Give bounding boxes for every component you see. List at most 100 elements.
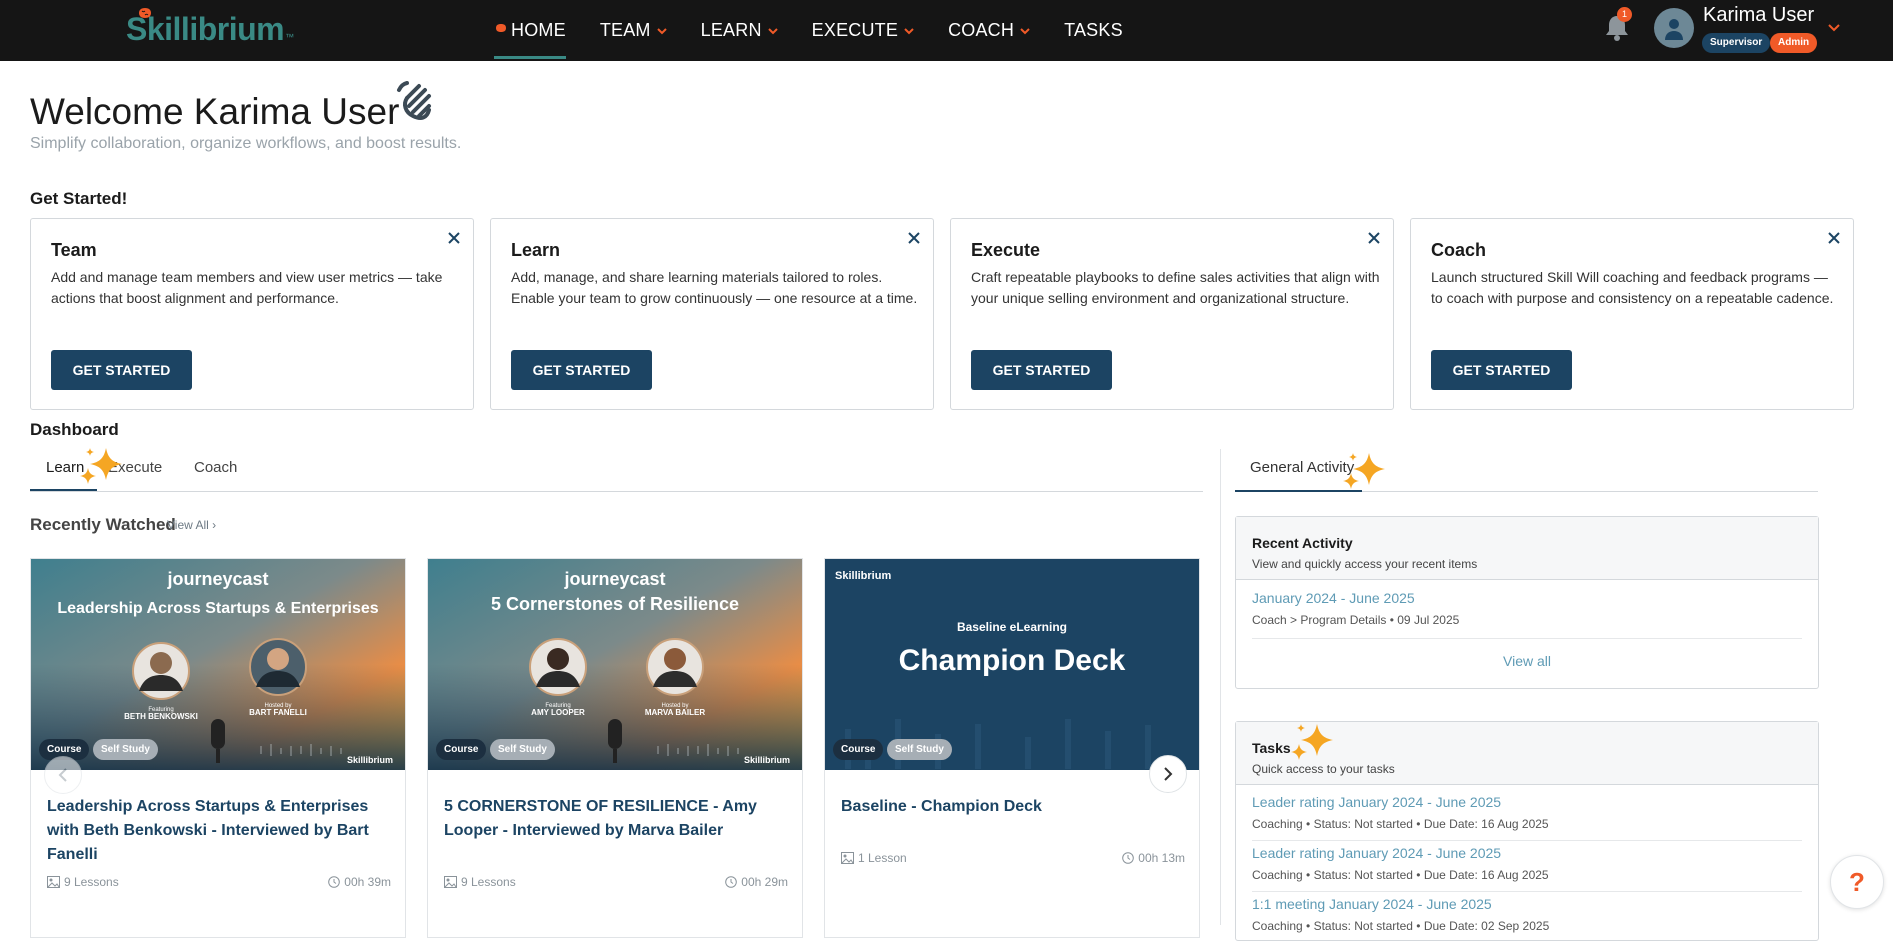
task-item-meta: Coaching • Status: Not started • Due Dat… bbox=[1252, 868, 1549, 882]
thumb-hosted-name: MARVA BAILER bbox=[645, 708, 706, 717]
lessons-icon bbox=[841, 852, 854, 864]
course-lessons: 9 Lessons bbox=[444, 875, 516, 889]
course-title[interactable]: Baseline - Champion Deck bbox=[841, 795, 1191, 819]
help-question-icon: ? bbox=[1849, 866, 1865, 897]
chevron-left-icon bbox=[58, 768, 67, 782]
nav-learn[interactable]: LEARN bbox=[701, 0, 778, 61]
card-description: Add and manage team members and view use… bbox=[51, 269, 443, 306]
panel-header: Recent Activity View and quickly access … bbox=[1236, 517, 1818, 580]
lessons-icon bbox=[444, 876, 457, 888]
divider bbox=[1252, 638, 1802, 639]
card-description: Launch structured Skill Will coaching an… bbox=[1431, 269, 1834, 306]
avatar[interactable] bbox=[1654, 8, 1694, 48]
help-button[interactable]: ? bbox=[1830, 855, 1884, 909]
course-duration: 00h 13m bbox=[1122, 851, 1185, 865]
recently-watched-heading: Recently Watched bbox=[30, 515, 176, 534]
course-card[interactable]: journeycast Leadership Across Startups &… bbox=[30, 558, 406, 938]
course-card[interactable]: journeycast 5 Cornerstones of Resilience… bbox=[427, 558, 803, 938]
nav-team[interactable]: TEAM bbox=[600, 0, 667, 61]
chevron-down-icon bbox=[904, 27, 914, 34]
thumb-title: 5 Cornerstones of Resilience bbox=[491, 594, 739, 614]
sparkle-icon bbox=[1291, 724, 1333, 760]
course-thumbnail: Skillibrium Baseline eLearning Champion … bbox=[825, 559, 1199, 770]
divider bbox=[1252, 840, 1802, 841]
card-description: Add, manage, and share learning material… bbox=[511, 269, 918, 306]
card-title: Team bbox=[51, 240, 97, 260]
recent-activity-panel: Recent Activity View and quickly access … bbox=[1235, 516, 1819, 689]
recently-watched-view-all-link[interactable]: View All › bbox=[167, 518, 216, 532]
duration-text: 00h 29m bbox=[741, 875, 788, 889]
thumb-kicker: Baseline eLearning bbox=[957, 620, 1067, 634]
nav-coach-label: COACH bbox=[948, 20, 1015, 40]
self-study-pill: Self Study bbox=[490, 739, 555, 760]
course-thumbnail: journeycast 5 Cornerstones of Resilience… bbox=[428, 559, 802, 770]
close-icon[interactable] bbox=[447, 231, 461, 245]
panel-title: Tasks bbox=[1252, 740, 1291, 756]
page-title: Welcome Karima User bbox=[30, 91, 400, 132]
self-study-pill: Self Study bbox=[887, 739, 952, 760]
user-name[interactable]: Karima User bbox=[1703, 4, 1814, 27]
dashboard-tabs: Learn Execute Coach bbox=[30, 449, 1203, 492]
nav-home-label: HOME bbox=[511, 20, 566, 40]
nav-home[interactable]: HOME bbox=[494, 0, 566, 61]
chevron-right-icon bbox=[1164, 767, 1173, 781]
get-started-button[interactable]: GET STARTED bbox=[511, 350, 652, 390]
task-item-link[interactable]: 1:1 meeting January 2024 - June 2025 bbox=[1252, 896, 1492, 912]
clock-icon bbox=[328, 876, 341, 888]
nav-learn-label: LEARN bbox=[700, 20, 762, 40]
clock-icon bbox=[1122, 852, 1135, 864]
activity-item-link[interactable]: January 2024 - June 2025 bbox=[1252, 590, 1415, 606]
notification-badge: 1 bbox=[1617, 7, 1632, 22]
card-description: Craft repeatable playbooks to define sal… bbox=[971, 269, 1380, 306]
sparkle-icon bbox=[80, 448, 122, 484]
panel-subtitle: Quick access to your tasks bbox=[1252, 762, 1395, 776]
brain-icon bbox=[139, 8, 151, 18]
get-started-button[interactable]: GET STARTED bbox=[1431, 350, 1572, 390]
course-title[interactable]: 5 CORNERSTONE OF RESILIENCE - Amy Looper… bbox=[444, 795, 794, 843]
chevron-down-icon bbox=[767, 27, 778, 34]
thumb-brand: journeycast bbox=[166, 569, 268, 589]
logo[interactable]: Skillibrium ™ bbox=[126, 8, 294, 50]
card-title: Learn bbox=[511, 240, 561, 260]
activity-item-meta: Coach > Program Details • 09 Jul 2025 bbox=[1252, 613, 1460, 627]
chevron-down-icon[interactable] bbox=[1828, 23, 1840, 33]
tab-general-activity[interactable]: General Activity bbox=[1250, 459, 1354, 476]
nav-coach[interactable]: COACH bbox=[948, 0, 1030, 61]
course-lessons: 1 Lesson bbox=[841, 851, 907, 865]
tab-coach[interactable]: Coach bbox=[194, 459, 237, 476]
nav-execute[interactable]: EXECUTE bbox=[812, 0, 914, 61]
close-icon[interactable] bbox=[907, 231, 921, 245]
panel-subtitle: View and quickly access your recent item… bbox=[1252, 557, 1478, 571]
active-tab-indicator bbox=[30, 489, 97, 491]
thumb-featuring-name: BETH BENKOWSKI bbox=[124, 712, 198, 721]
lessons-count: 9 Lessons bbox=[461, 875, 516, 889]
course-type-pill: Course bbox=[436, 739, 487, 760]
thumb-hosted-name: BART FANELLI bbox=[249, 708, 307, 717]
nav-tasks[interactable]: TASKS bbox=[1064, 0, 1123, 61]
get-started-button[interactable]: GET STARTED bbox=[971, 350, 1112, 390]
close-icon[interactable] bbox=[1827, 231, 1841, 245]
sparkle-icon bbox=[1343, 453, 1385, 489]
course-duration: 00h 39m bbox=[328, 875, 391, 889]
close-icon[interactable] bbox=[1367, 231, 1381, 245]
thumb-brand: journeycast bbox=[563, 569, 665, 589]
course-type-pill: Course bbox=[833, 739, 884, 760]
panel-title: Recent Activity bbox=[1252, 535, 1353, 551]
task-item-link[interactable]: Leader rating January 2024 - June 2025 bbox=[1252, 794, 1501, 810]
recent-activity-view-all-link[interactable]: View all bbox=[1236, 653, 1818, 669]
task-item-meta: Coaching • Status: Not started • Due Dat… bbox=[1252, 817, 1549, 831]
task-item-link[interactable]: Leader rating January 2024 - June 2025 bbox=[1252, 845, 1501, 861]
chevron-down-icon bbox=[1020, 27, 1030, 34]
carousel-next-button[interactable] bbox=[1149, 755, 1187, 793]
carousel-prev-button[interactable] bbox=[44, 756, 82, 794]
thumb-featuring-name: AMY LOOPER bbox=[531, 708, 585, 717]
course-card[interactable]: Skillibrium Baseline eLearning Champion … bbox=[824, 558, 1200, 938]
waving-hand-icon bbox=[397, 81, 431, 120]
get-started-button[interactable]: GET STARTED bbox=[51, 350, 192, 390]
main-nav: HOME TEAM LEARN EXECUTE COACH TASKS bbox=[494, 0, 1157, 61]
get-started-heading: Get Started! bbox=[30, 189, 128, 208]
course-title[interactable]: Leadership Across Startups & Enterprises… bbox=[47, 795, 397, 867]
dashboard-heading: Dashboard bbox=[30, 420, 119, 439]
thumb-title: Champion Deck bbox=[899, 644, 1126, 677]
nav-tasks-label: TASKS bbox=[1064, 20, 1123, 40]
